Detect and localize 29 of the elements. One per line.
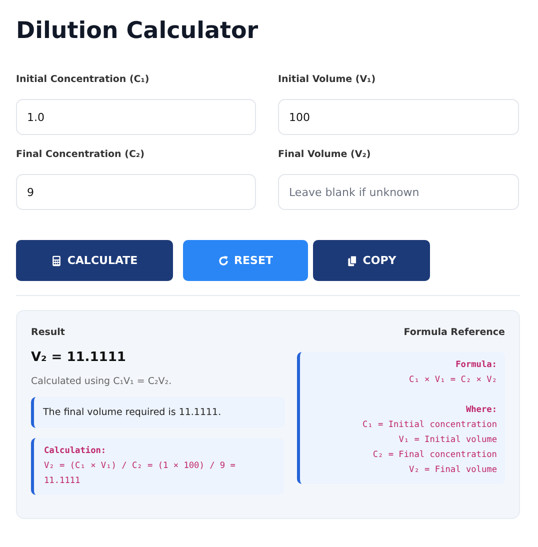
calculator-icon — [51, 254, 62, 266]
button[interactable]: CALCULATE — [16, 240, 173, 281]
field-label: Initial Volume (V₁) — [278, 74, 377, 85]
calculation-text: V₂ = (C₁ × V₁) / C₂ = (1 × 100) / 9 = 11.1111 — [44, 460, 236, 488]
reference-heading: Formula Reference — [402, 327, 505, 338]
where-heading: Where: — [466, 404, 497, 417]
field-label: Final Concentration (C₂) — [16, 149, 146, 160]
calculation-heading: Calculation: — [44, 445, 108, 458]
formula-heading: Formula: — [456, 359, 497, 372]
input-field[interactable]: 1.0 — [16, 99, 256, 135]
definition-text: C₁ = Initial concentration — [362, 419, 497, 432]
definition-text: V₁ = Initial volume — [398, 434, 497, 447]
definition-text: C₂ = Final concentration — [372, 449, 497, 462]
method-text: Calculated using C₁V₁ = C₂V₂. — [31, 376, 173, 387]
definition-text: V₂ = Final volume — [409, 464, 497, 477]
copy-icon — [346, 254, 358, 266]
field-label: Final Volume (V₂) — [278, 149, 372, 160]
input-field[interactable]: 9 — [16, 174, 256, 210]
message-text: The final volume required is 11.1111. — [43, 407, 222, 418]
result-value: V₂ = 11.1111 — [31, 350, 127, 365]
button[interactable]: COPY — [313, 240, 430, 281]
input-field[interactable]: 100 — [278, 99, 519, 135]
rotate-icon — [218, 254, 230, 266]
formula-text: C₁ × V₁ = C₂ × V₂ — [409, 374, 497, 387]
page-title: Dilution Calculator — [16, 18, 260, 44]
button[interactable]: RESET — [183, 240, 308, 281]
result-heading: Result — [31, 327, 66, 338]
input-field[interactable]: Leave blank if unknown — [278, 174, 519, 210]
field-label: Initial Concentration (C₁) — [16, 74, 150, 85]
